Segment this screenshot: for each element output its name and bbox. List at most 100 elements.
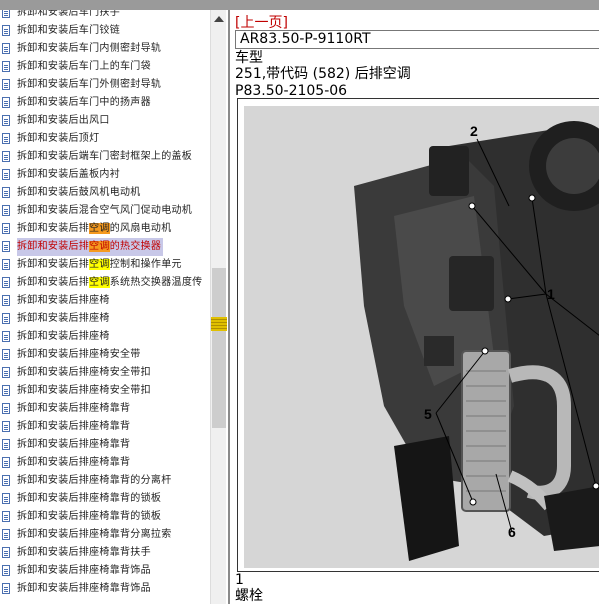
tree-item-text: 拆卸和安装后排座椅靠背 xyxy=(17,403,131,414)
document-icon xyxy=(2,205,10,216)
tree-item[interactable]: 拆卸和安装后排座椅靠背 xyxy=(0,454,210,472)
document-icon xyxy=(2,223,10,234)
tree-item[interactable]: 拆卸和安装后排座椅靠背饰品 xyxy=(0,580,210,598)
legend-number: 1 xyxy=(235,572,244,588)
tree-item-text: 拆卸和安装后车门内侧密封导轨 xyxy=(17,43,162,54)
tree-scrollbar[interactable] xyxy=(210,10,227,604)
tree-item-text-suffix: 系统热交换器温度传 xyxy=(109,277,203,288)
tree-item[interactable]: 拆卸和安装后排座椅靠背的锁板 xyxy=(0,508,210,526)
tree-item-label: 拆卸和安装后出风口 xyxy=(17,112,110,130)
tree-item[interactable]: 拆卸和安装后车门内侧密封导轨 xyxy=(0,40,210,58)
document-icon xyxy=(2,475,10,486)
tree-item-text-suffix: 的热交换器 xyxy=(109,241,162,252)
tree-item-text: 拆卸和安装后车门上的车门袋 xyxy=(17,61,151,72)
callout-2: 2 xyxy=(470,123,478,139)
tree-item-label: 拆卸和安装后车门内侧密封导轨 xyxy=(17,40,161,58)
document-icon xyxy=(2,457,10,468)
tree-item-label: 拆卸和安装后排空调系统热交换器温度传 xyxy=(17,274,202,292)
previous-page-link[interactable]: [上一页] xyxy=(235,12,288,32)
tree-item[interactable]: 拆卸和安装后排座椅靠背的锁板 xyxy=(0,490,210,508)
document-icon xyxy=(2,403,10,414)
tree-item-label: 拆卸和安装后排座椅靠背 xyxy=(17,418,130,436)
tree-item[interactable]: 拆卸和安装后端车门密封框架上的盖板 xyxy=(0,148,210,166)
window-top-bar xyxy=(0,0,599,10)
pane-divider[interactable] xyxy=(228,10,230,604)
vehicle-label: 车型 xyxy=(235,50,263,66)
tree-item[interactable]: 拆卸和安装后车门扶手 xyxy=(0,10,210,22)
tree-item-text: 拆卸和安装后排座椅靠背饰品 xyxy=(17,583,151,594)
tree-item[interactable]: 拆卸和安装后排座椅安全带扣 xyxy=(0,382,210,400)
tree-item-label: 拆卸和安装后顶灯 xyxy=(17,130,99,148)
document-icon xyxy=(2,349,10,360)
tree-item-label: 拆卸和安装后端车门密封框架上的盖板 xyxy=(17,148,192,166)
document-icon xyxy=(2,277,10,288)
tree-item[interactable]: 拆卸和安装后混合空气风门促动电动机 xyxy=(0,202,210,220)
tree-item-label: 拆卸和安装后排座椅靠背饰品 xyxy=(17,580,151,598)
callout-5: 5 xyxy=(424,406,432,422)
tree-item[interactable]: 拆卸和安装后盖板内衬 xyxy=(0,166,210,184)
document-tree[interactable]: 拆卸和安装后车门扶手 拆卸和安装后车门铰链 拆卸和安装后车门内侧密封导轨 拆卸和安装后… xyxy=(0,10,210,604)
tree-item-text: 拆卸和安装后车门中的扬声器 xyxy=(17,97,151,108)
tree-item[interactable]: 拆卸和安装后排座椅靠背分离拉索 xyxy=(0,526,210,544)
scroll-thumb[interactable] xyxy=(212,268,226,428)
tree-item-text: 拆卸和安装后排座椅靠背的分离杆 xyxy=(17,475,172,486)
tree-item[interactable]: 拆卸和安装后排空调控制和操作单元 xyxy=(0,256,210,274)
tree-item[interactable]: 拆卸和安装后排座椅 xyxy=(0,328,210,346)
tree-item[interactable]: 拆卸和安装后排座椅安全带 xyxy=(0,346,210,364)
tree-item[interactable]: 拆卸和安装后排座椅 xyxy=(0,292,210,310)
hvac-unit-illustration: 2 1 5 6 xyxy=(244,106,599,568)
document-icon xyxy=(2,79,10,90)
tree-item-label: 拆卸和安装后车门扶手 xyxy=(17,10,120,22)
tree-item-label: 拆卸和安装后车门外侧密封导轨 xyxy=(17,76,161,94)
document-icon xyxy=(2,565,10,576)
tree-item-label: 拆卸和安装后盖板内衬 xyxy=(17,166,120,184)
tree-item-label: 拆卸和安装后排座椅靠背 xyxy=(17,454,130,472)
document-icon xyxy=(2,547,10,558)
tree-item-label: 拆卸和安装后排座椅靠背 xyxy=(17,436,130,454)
tree-item-text: 拆卸和安装后混合空气风门促动电动机 xyxy=(17,205,193,216)
tree-item-label: 拆卸和安装后排座椅 xyxy=(17,328,110,346)
tree-item-label: 拆卸和安装后排座椅靠背扶手 xyxy=(17,544,151,562)
tree-item-text: 拆卸和安装后出风口 xyxy=(17,115,110,126)
vehicle-value: 251,带代码 (582) 后排空调 xyxy=(235,66,411,82)
document-icon xyxy=(2,313,10,324)
tree-item[interactable]: 拆卸和安装后排空调的风扇电动机 xyxy=(0,220,210,238)
tree-item-text-suffix: 的风扇电动机 xyxy=(109,223,172,234)
tree-item[interactable]: 拆卸和安装后排座椅靠背 xyxy=(0,418,210,436)
tree-item[interactable]: 拆卸和安装后鼓风机电动机 xyxy=(0,184,210,202)
tree-item[interactable]: 拆卸和安装后车门铰链 xyxy=(0,22,210,40)
tree-item[interactable]: 拆卸和安装后车门上的车门袋 xyxy=(0,58,210,76)
document-icon xyxy=(2,25,10,36)
tree-item-text: 拆卸和安装后排座椅靠背的锁板 xyxy=(17,493,162,504)
document-icon xyxy=(2,259,10,270)
tree-item-label: 拆卸和安装后排座椅 xyxy=(17,292,110,310)
document-icon xyxy=(2,43,10,54)
tree-item[interactable]: 拆卸和安装后排座椅靠背 xyxy=(0,400,210,418)
tree-item-text: 拆卸和安装后排座椅靠背 xyxy=(17,439,131,450)
document-icon xyxy=(2,295,10,306)
tree-item[interactable]: 拆卸和安装后车门外侧密封导轨 xyxy=(0,76,210,94)
search-highlight: 空调 xyxy=(89,223,110,234)
search-highlight: 空调 xyxy=(89,259,110,270)
tree-item[interactable]: 拆卸和安装后顶灯 xyxy=(0,130,210,148)
tree-item-label: 拆卸和安装后车门铰链 xyxy=(17,22,120,40)
tree-item[interactable]: 拆卸和安装后排座椅靠背 xyxy=(0,436,210,454)
scroll-up-arrow-icon[interactable] xyxy=(214,16,224,22)
tree-item-label: 拆卸和安装后排座椅安全带扣 xyxy=(17,364,151,382)
tree-item[interactable]: 拆卸和安装后车门中的扬声器 xyxy=(0,94,210,112)
tree-item[interactable]: 拆卸和安装后排座椅 xyxy=(0,310,210,328)
tree-item-text: 拆卸和安装后排座椅靠背扶手 xyxy=(17,547,151,558)
search-highlight: 空调 xyxy=(89,241,110,252)
tree-item-text: 拆卸和安装后端车门密封框架上的盖板 xyxy=(17,151,193,162)
tree-item[interactable]: 拆卸和安装后出风口 xyxy=(0,112,210,130)
tree-item[interactable]: 拆卸和安装后排座椅靠背扶手 xyxy=(0,544,210,562)
tree-item-text: 拆卸和安装后排座椅 xyxy=(17,295,110,306)
document-icon xyxy=(2,439,10,450)
tree-item[interactable]: 拆卸和安装后排座椅靠背的分离杆 xyxy=(0,472,210,490)
tree-item[interactable]: 拆卸和安装后排空调的热交换器 xyxy=(0,238,210,256)
tree-item[interactable]: 拆卸和安装后排座椅安全带扣 xyxy=(0,364,210,382)
tree-item[interactable]: 拆卸和安装后排座椅靠背饰品 xyxy=(0,562,210,580)
hvac-unit-drawing xyxy=(244,106,599,568)
figure-frame: 2 1 5 6 xyxy=(237,98,599,572)
tree-item[interactable]: 拆卸和安装后排空调系统热交换器温度传 xyxy=(0,274,210,292)
